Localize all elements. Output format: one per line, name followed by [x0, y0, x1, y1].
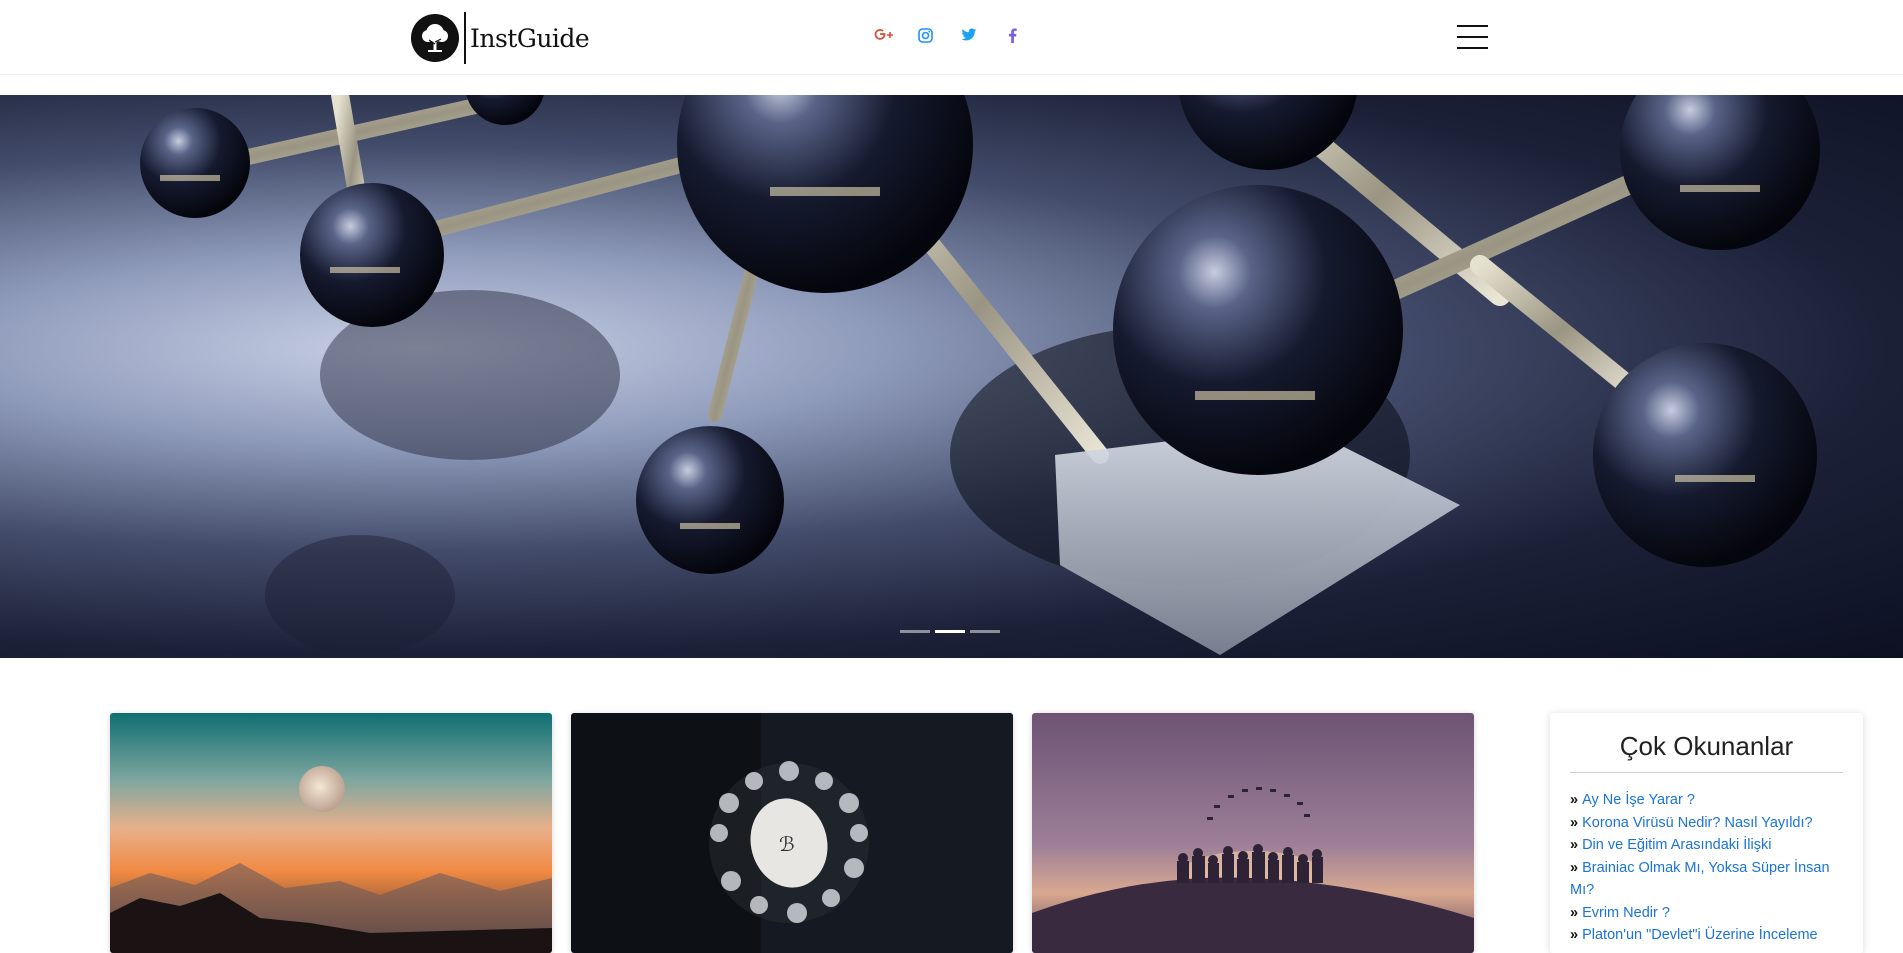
popular-posts-list: » Ay Ne İşe Yarar ? » Korona Virüsü Nedir?… [1570, 789, 1843, 947]
list-item: » Ay Ne İşe Yarar ? [1570, 789, 1843, 812]
coronavirus-image: ℬ [571, 713, 1013, 953]
slider-indicators [900, 630, 1000, 633]
site-header: InstGuide [0, 0, 1903, 75]
list-item: » Korona Virüsü Nedir? Nasıl Yayıldı? [1570, 812, 1843, 835]
popular-post-link[interactable]: Brainiac Olmak Mı, Yoksa Süper İnsan Mı? [1570, 860, 1830, 899]
popular-posts-sidebar: Çok Okunanlar » Ay Ne İşe Yarar ? » Korona… [1550, 713, 1863, 953]
popular-post-link[interactable]: Ay Ne İşe Yarar ? [1582, 792, 1695, 808]
article-card[interactable]: ℬ [571, 713, 1013, 953]
site-logo[interactable]: InstGuide [411, 12, 590, 64]
popular-post-link[interactable]: Platon'un "Devlet"i Üzerine İnceleme [1582, 927, 1818, 943]
list-item: » Platon'un "Devlet"i Üzerine İnceleme [1570, 924, 1843, 947]
list-item: » Brainiac Olmak Mı, Yoksa Süper İnsan Mı… [1570, 857, 1843, 902]
popular-post-link[interactable]: Evrim Nedir ? [1582, 905, 1670, 921]
slide-indicator-3[interactable] [970, 630, 1000, 633]
slide-indicator-2[interactable] [935, 630, 965, 633]
list-item: » Evrim Nedir ? [1570, 902, 1843, 925]
twitter-icon[interactable] [958, 24, 980, 46]
svg-text:ℬ: ℬ [779, 832, 795, 856]
double-chevron-right-icon: » [1570, 904, 1579, 921]
double-chevron-right-icon: » [1570, 927, 1579, 943]
molecule-structure-image [140, 95, 1820, 655]
list-item: » Din ve Eğitim Arasındaki İlişki [1570, 834, 1843, 857]
instagram-icon[interactable] [914, 24, 936, 46]
hamburger-menu-icon[interactable] [1457, 25, 1488, 49]
facebook-icon[interactable] [1001, 24, 1023, 46]
graduation-silhouette-image [1032, 713, 1474, 953]
popular-post-link[interactable]: Korona Virüsü Nedir? Nasıl Yayıldı? [1582, 815, 1813, 831]
moon-over-mountains-image [110, 713, 552, 953]
double-chevron-right-icon: » [1570, 837, 1579, 853]
logo-divider [464, 12, 466, 64]
google-plus-icon[interactable] [873, 24, 895, 46]
slide-indicator-1[interactable] [900, 630, 930, 633]
article-card[interactable] [110, 713, 552, 953]
article-card[interactable] [1032, 713, 1474, 953]
double-chevron-right-icon: » [1570, 792, 1579, 808]
logo-text: InstGuide [470, 23, 590, 53]
hero-slider [0, 95, 1903, 658]
tree-icon [411, 14, 459, 62]
popular-post-link[interactable]: Din ve Eğitim Arasındaki İlişki [1582, 837, 1771, 853]
sidebar-title: Çok Okunanlar [1570, 731, 1843, 773]
double-chevron-right-icon: » [1570, 859, 1579, 876]
double-chevron-right-icon: » [1570, 814, 1579, 831]
